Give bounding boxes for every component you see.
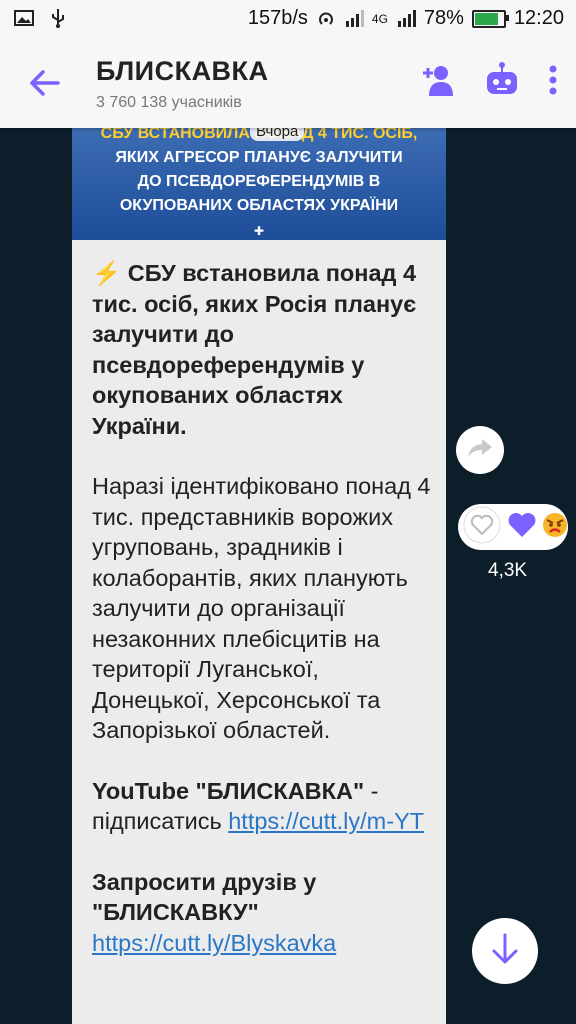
share-arrow-icon bbox=[466, 436, 494, 465]
channel-title[interactable]: БЛИСКАВКА bbox=[96, 56, 269, 87]
date-label: Вчора bbox=[250, 128, 305, 141]
lightning-icon: ⚡ bbox=[92, 260, 122, 286]
message-headline: СБУ встановила понад 4 тис. осіб, яких Р… bbox=[92, 260, 417, 439]
signal-icon bbox=[344, 9, 364, 29]
network-speed: 157b/s bbox=[247, 7, 308, 29]
bot-icon[interactable] bbox=[484, 62, 520, 103]
message-image[interactable]: СБУ ВСТАНОВИЛА ПОНАД 4 ТИС. ОСІБ, ЯКИХ А… bbox=[72, 128, 446, 240]
image-icon bbox=[14, 8, 34, 28]
signal-icon-2 bbox=[396, 9, 416, 29]
scroll-down-button[interactable] bbox=[472, 918, 538, 984]
message-text: ⚡ СБУ встановила понад 4 тис. осіб, яких… bbox=[92, 258, 432, 958]
reaction-count: 4,3K bbox=[488, 560, 528, 581]
banner-line: ОКУПОВАНИХ ОБЛАСТЯХ УКРАЇНИ bbox=[119, 197, 399, 214]
back-arrow-icon[interactable] bbox=[28, 66, 62, 100]
hotspot-icon bbox=[316, 9, 336, 29]
angry-face-icon[interactable] bbox=[542, 512, 568, 543]
battery-percent: 78% bbox=[423, 7, 464, 29]
message-bubble[interactable]: СБУ ВСТАНОВИЛА ПОНАД 4 ТИС. ОСІБ, ЯКИХ А… bbox=[72, 128, 446, 1024]
youtube-link[interactable]: https://cutt.ly/m-YT bbox=[228, 808, 424, 834]
status-bar: 157b/s 4G 78% 12:20 bbox=[0, 0, 576, 38]
usb-icon bbox=[48, 8, 68, 28]
network-type: 4G bbox=[371, 11, 388, 26]
chat-area[interactable]: СБУ ВСТАНОВИЛА ПОНАД 4 ТИС. ОСІБ, ЯКИХ А… bbox=[0, 128, 576, 1024]
banner-line: ЯКИХ АГРЕСОР ПЛАНУЄ ЗАЛУЧИТИ bbox=[115, 149, 403, 166]
more-options-icon[interactable] bbox=[548, 64, 558, 101]
youtube-title: YouTube "БЛИСКАВКА" bbox=[92, 777, 365, 804]
clock: 12:20 bbox=[513, 7, 564, 29]
share-button[interactable] bbox=[456, 426, 504, 474]
arrow-down-icon bbox=[490, 932, 520, 971]
invite-title: Запросити друзів у "БЛИСКАВКУ" bbox=[92, 868, 317, 926]
battery-icon bbox=[471, 9, 509, 28]
banner-line: ДО ПСЕВДОРЕФЕРЕНДУМІВ В bbox=[137, 173, 381, 190]
invite-link[interactable]: https://cutt.ly/Blyskavka bbox=[92, 930, 336, 956]
purple-heart-icon[interactable] bbox=[508, 512, 536, 543]
member-count: 3 760 138 учасників bbox=[96, 94, 242, 111]
reactions-bar[interactable] bbox=[458, 504, 568, 550]
add-member-icon[interactable] bbox=[420, 62, 456, 103]
message-paragraph: Наразі ідентифіковано понад 4 тис. предс… bbox=[92, 473, 431, 743]
chat-header: БЛИСКАВКА 3 760 138 учасників bbox=[0, 38, 576, 128]
heart-outline-icon[interactable] bbox=[462, 505, 502, 550]
cross-icon: ✚ bbox=[254, 224, 265, 238]
